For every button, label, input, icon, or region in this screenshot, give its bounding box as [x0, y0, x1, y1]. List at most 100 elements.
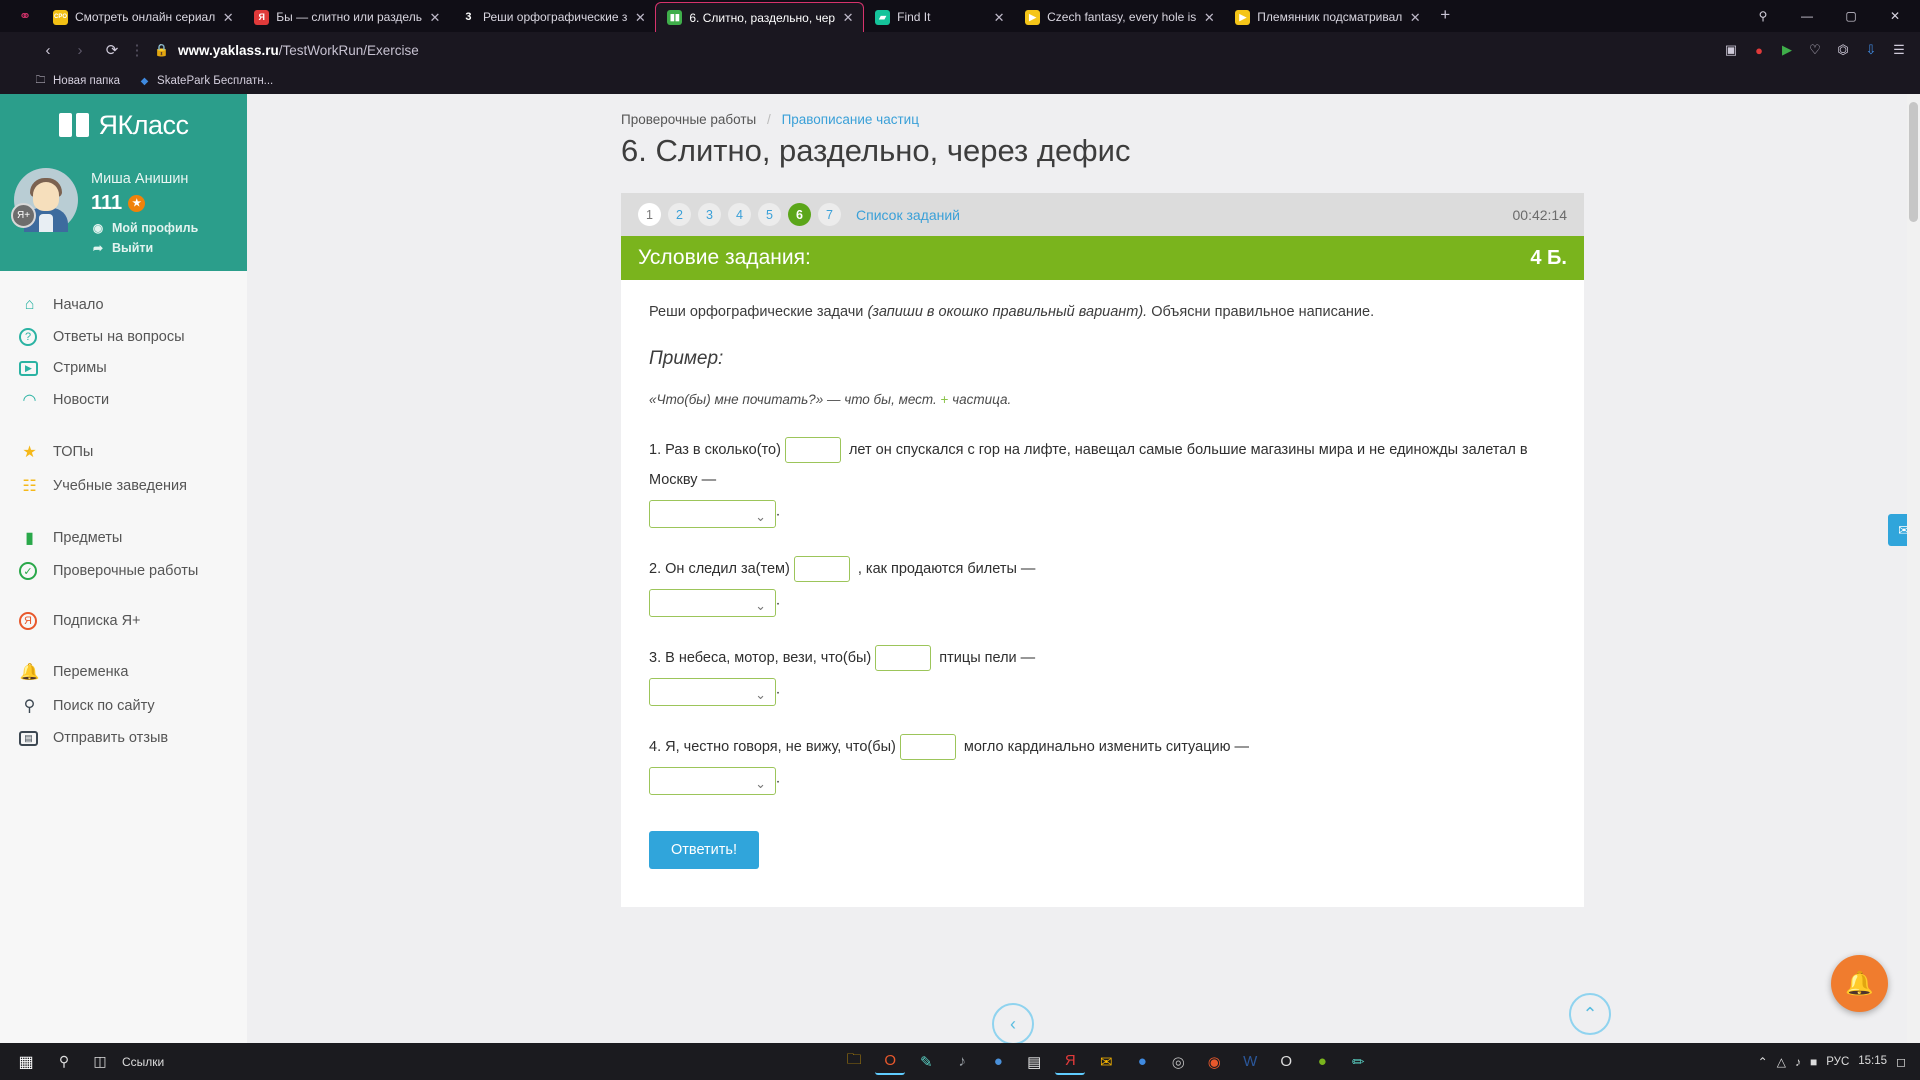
taskbar-app-browser2-icon[interactable]: ● [1307, 1049, 1337, 1075]
explanation-select-2[interactable] [649, 589, 776, 621]
page-scrollbar[interactable] [1907, 94, 1920, 1057]
browser-tab[interactable]: CPO Смотреть онлайн сериал ✕ [42, 2, 243, 32]
tab-close-icon[interactable]: ✕ [1409, 11, 1421, 24]
browser-tab[interactable]: 3 Реши орфографические з ✕ [450, 2, 655, 32]
pager-number-2[interactable]: 2 [668, 203, 691, 226]
answer-input-4[interactable] [899, 734, 956, 761]
logout-icon: ➦ [92, 241, 104, 255]
pager-number-4[interactable]: 4 [728, 203, 751, 226]
site-logo[interactable]: ЯКласс [0, 94, 247, 156]
back-icon[interactable]: ‹ [34, 36, 62, 64]
close-window-button[interactable]: ✕ [1874, 1, 1916, 31]
pager-number-5[interactable]: 5 [758, 203, 781, 226]
question-1: 1. Раз в сколько(то) лет он спускался с … [649, 435, 1556, 532]
profile-link-my-profile[interactable]: ◉ Мой профиль [91, 221, 199, 235]
language-indicator[interactable]: РУС [1826, 1056, 1849, 1068]
sidebar-item-1-1[interactable]: ★ ТОПы [0, 435, 247, 469]
sidebar-item-1-4[interactable]: 🔔 Переменка [0, 655, 247, 689]
sidebar-item-3-4[interactable]: ▤ Отправить отзыв [0, 723, 247, 753]
explanation-select-4[interactable] [649, 767, 776, 799]
notifications-icon[interactable]: ◻ [1896, 1055, 1906, 1069]
taskbar-search-icon[interactable]: ⚲ [46, 1043, 82, 1080]
pager-number-1[interactable]: 1 [638, 203, 661, 226]
reload-icon[interactable]: ⟳ [98, 36, 126, 64]
tab-close-icon[interactable]: ✕ [993, 11, 1005, 24]
answer-input-3[interactable] [875, 645, 932, 672]
home-icon: ⌂ [24, 296, 35, 313]
puzzle-icon[interactable]: ⏣ [1830, 37, 1856, 63]
scrollbar-thumb[interactable] [1909, 102, 1918, 222]
network-icon[interactable]: △ [1777, 1055, 1786, 1069]
battery-icon[interactable]: ■ [1810, 1055, 1817, 1069]
sidebar-item-2-2[interactable]: ✓ Проверочные работы [0, 555, 247, 587]
explanation-select-1[interactable] [649, 500, 776, 532]
browser-tab[interactable]: ▰ Find It ✕ [864, 2, 1014, 32]
browser-tab[interactable]: ▮▮ 6. Слитно, раздельно, чер ✕ [655, 2, 865, 32]
breadcrumb-root[interactable]: Проверочные работы [621, 112, 756, 127]
taskbar-app-browser-icon[interactable]: O [875, 1049, 906, 1075]
bookmark-item[interactable]: 🗀 Новая папка [34, 75, 121, 88]
pager-number-7[interactable]: 7 [818, 203, 841, 226]
hamburger-icon[interactable]: ☰ [1886, 37, 1912, 63]
taskbar-app-yandex-icon[interactable]: Я [1055, 1049, 1086, 1075]
tray-chevron-icon[interactable]: ⌃ [1758, 1055, 1768, 1069]
taskbar-app-brush-icon[interactable]: ✏ [1343, 1049, 1373, 1075]
taskbar-app-folder-icon[interactable]: 🗀 [839, 1049, 869, 1075]
play-icon[interactable]: ▶ [1774, 37, 1800, 63]
tab-close-icon[interactable]: ✕ [1203, 11, 1215, 24]
sound-icon[interactable]: ♪ [1795, 1055, 1801, 1069]
browser-tab[interactable]: ▶ Племянник подсматривал ✕ [1224, 2, 1430, 32]
pager-number-3[interactable]: 3 [698, 203, 721, 226]
maximize-button[interactable]: ▢ [1830, 1, 1872, 31]
page-menu-icon[interactable]: ⋮ [130, 36, 145, 64]
tab-close-icon[interactable]: ✕ [842, 11, 854, 24]
clock[interactable]: 15:15 [1858, 1055, 1887, 1068]
taskbar-app-music-icon[interactable]: ♪ [947, 1049, 977, 1075]
sidebar-item-2-1[interactable]: ☷ Учебные заведения [0, 469, 247, 503]
taskbar-app-disc-icon[interactable]: ◉ [1199, 1049, 1229, 1075]
taskbar-app-chat-icon[interactable]: ● [1127, 1049, 1157, 1075]
sidebar-item-2-4[interactable]: ⚲ Поиск по сайту [0, 689, 247, 723]
taskbar-app-globe-icon[interactable]: ● [983, 1049, 1013, 1075]
new-tab-button[interactable]: + [1430, 6, 1460, 27]
prev-task-button[interactable]: ‹ [992, 1003, 1034, 1045]
minimize-button[interactable]: — [1786, 1, 1828, 31]
address-bar[interactable]: 🔒 www.yaklass.ru/TestWorkRun/Exercise [148, 43, 1714, 58]
taskbar-app-camera-icon[interactable]: ◎ [1163, 1049, 1193, 1075]
download-icon[interactable]: ⇩ [1858, 37, 1884, 63]
forward-icon[interactable]: › [66, 36, 94, 64]
taskbar-app-mail-icon[interactable]: ✉ [1091, 1049, 1121, 1075]
answer-input-2[interactable] [793, 556, 850, 583]
breadcrumb-current[interactable]: Правописание частиц [782, 112, 919, 127]
heart-icon[interactable]: ♡ [1802, 37, 1828, 63]
pager-number-6[interactable]: 6 [788, 203, 811, 226]
tab-close-icon[interactable]: ✕ [429, 11, 441, 24]
explanation-select-3[interactable] [649, 678, 776, 710]
browser-tab[interactable]: ▶ Czech fantasy, every hole is ✕ [1014, 2, 1224, 32]
bookmark-item[interactable]: ◆ SkatePark Бесплатн... [138, 75, 274, 88]
browser-tab[interactable]: Я Бы — слитно или раздель ✕ [243, 2, 450, 32]
sidebar-item-4-0[interactable]: ◠ Новости [0, 383, 247, 417]
sidebar-item-2-0[interactable]: ? Ответы на вопросы [0, 321, 247, 353]
submit-answer-button[interactable]: Ответить! [649, 831, 760, 869]
profile-link-logout[interactable]: ➦ Выйти [91, 241, 198, 255]
search-tabs-icon[interactable]: ⚲ [1742, 1, 1784, 31]
sidebar-item-1-3[interactable]: Я Подписка Я+ [0, 605, 247, 637]
tab-close-icon[interactable]: ✕ [634, 11, 646, 24]
avatar[interactable]: Я+ [11, 168, 78, 232]
scroll-up-button[interactable]: ⌃ [1569, 993, 1611, 1035]
taskbar-app-opera-icon[interactable]: O [1271, 1049, 1301, 1075]
camera-icon[interactable]: ▣ [1718, 37, 1744, 63]
sidebar-item-1-2[interactable]: ▮ Предметы [0, 521, 247, 555]
task-view-icon[interactable]: ◫ [82, 1043, 118, 1080]
taskbar-app-word-icon[interactable]: W [1235, 1049, 1265, 1075]
sidebar-item-1-0[interactable]: ⌂ Начало [0, 289, 247, 321]
taskbar-app-pen-icon[interactable]: ✎ [911, 1049, 941, 1075]
tab-close-icon[interactable]: ✕ [222, 11, 234, 24]
taskbar-app-note-icon[interactable]: ▤ [1019, 1049, 1049, 1075]
sidebar-item-3-0[interactable]: ▶ Стримы [0, 353, 247, 383]
shield-icon[interactable]: ● [1746, 37, 1772, 63]
answer-input-1[interactable] [784, 437, 841, 464]
start-button[interactable]: ▦ [6, 1043, 46, 1080]
task-list-link[interactable]: Список заданий [856, 207, 960, 223]
